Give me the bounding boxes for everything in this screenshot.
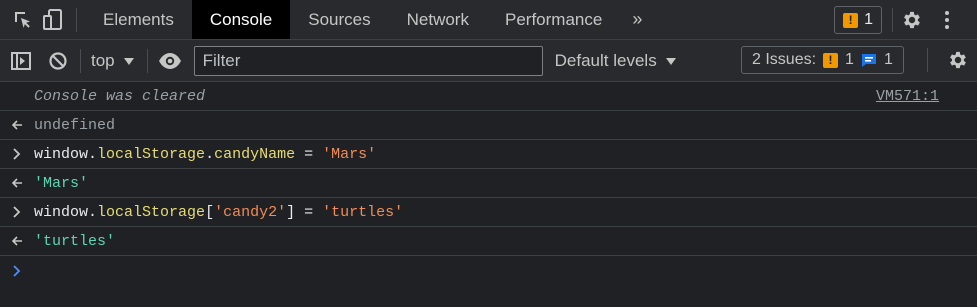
- settings-gear-icon[interactable]: [897, 0, 927, 40]
- input-chevron-icon: [0, 206, 34, 218]
- code-token: .: [88, 203, 98, 221]
- console-message-cleared: Console was cleared VM571:1: [0, 82, 977, 111]
- result-arrow-icon: [0, 235, 34, 247]
- source-link[interactable]: VM571:1: [876, 88, 939, 105]
- console-result-row: 'Mars': [0, 169, 977, 198]
- inspect-element-icon[interactable]: [8, 0, 38, 40]
- settings-gear-icon[interactable]: [940, 40, 976, 80]
- code-token: 'turtles': [322, 203, 404, 221]
- more-tabs-icon[interactable]: »: [620, 0, 654, 39]
- prompt-chevron-icon: [0, 264, 34, 277]
- kebab-menu-icon[interactable]: [927, 0, 967, 40]
- tab-sources[interactable]: Sources: [290, 0, 388, 39]
- console-result-row: 'turtles': [0, 227, 977, 256]
- code-token: localStorage: [97, 145, 206, 163]
- code-token: 'candy2': [214, 203, 287, 221]
- toolbar-divider: [146, 48, 148, 73]
- console-toolbar: top Default levels 2 Issues: ! 1 1: [0, 40, 977, 82]
- code-token: .: [205, 145, 215, 163]
- toolbar-divider: [76, 7, 77, 32]
- tab-network[interactable]: Network: [389, 0, 487, 39]
- toolbar-divider: [892, 8, 893, 32]
- context-selector[interactable]: top: [85, 51, 141, 71]
- console-input-row: window.localStorage.candyName = 'Mars': [0, 140, 977, 169]
- console-output: Console was cleared VM571:1 undefined wi…: [0, 82, 977, 285]
- dropdown-arrow-icon: [123, 51, 135, 71]
- eye-icon[interactable]: [154, 41, 186, 81]
- issues-warning-count: 1: [845, 51, 854, 68]
- log-levels-label: Default levels: [554, 50, 657, 70]
- tab-performance[interactable]: Performance: [487, 0, 620, 39]
- filter-input[interactable]: [193, 45, 543, 76]
- tab-elements[interactable]: Elements: [85, 0, 192, 39]
- console-command: window.localStorage['candy2'] = 'turtles…: [34, 204, 403, 221]
- result-arrow-icon: [0, 177, 34, 189]
- result-value: undefined: [34, 116, 116, 134]
- code-token: .: [88, 145, 98, 163]
- code-token: window: [34, 203, 89, 221]
- code-token: =: [295, 203, 323, 221]
- issues-button[interactable]: 2 Issues: ! 1 1: [741, 46, 904, 74]
- code-token: window: [34, 145, 89, 163]
- sidebar-toggle-icon[interactable]: [2, 41, 40, 81]
- result-value: 'Mars': [34, 174, 89, 192]
- device-toolbar-icon[interactable]: [38, 0, 68, 40]
- issues-info-count: 1: [883, 51, 893, 68]
- code-token: localStorage: [97, 203, 206, 221]
- clear-console-icon[interactable]: [40, 41, 76, 81]
- context-label: top: [91, 50, 115, 70]
- issues-label: 2 Issues:: [752, 51, 817, 68]
- warnings-counter-button[interactable]: ! 1: [834, 6, 882, 34]
- info-message-icon: [861, 52, 877, 68]
- devtools-top-bar: Elements Console Sources Network Perform…: [0, 0, 977, 40]
- console-input-row: window.localStorage['candy2'] = 'turtles…: [0, 198, 977, 227]
- warning-icon: !: [823, 52, 839, 68]
- toolbar-divider: [927, 48, 928, 72]
- input-chevron-icon: [0, 148, 34, 160]
- code-token: 'Mars': [322, 145, 377, 163]
- code-token: ]: [286, 203, 296, 221]
- warning-icon: !: [843, 12, 859, 28]
- warning-count: 1: [864, 11, 873, 28]
- result-value: 'turtles': [34, 232, 116, 250]
- console-command: window.localStorage.candyName = 'Mars': [34, 146, 376, 163]
- console-result-row: undefined: [0, 111, 977, 140]
- tab-console[interactable]: Console: [191, 0, 291, 39]
- code-token: =: [295, 145, 323, 163]
- log-levels-dropdown[interactable]: Default levels: [555, 51, 677, 71]
- toolbar-divider: [80, 48, 81, 73]
- dropdown-arrow-icon: [665, 51, 677, 71]
- console-cleared-text: Console was cleared: [34, 87, 206, 105]
- result-arrow-icon: [0, 119, 34, 131]
- console-prompt[interactable]: [0, 256, 977, 285]
- code-token: [: [205, 203, 215, 221]
- code-token: candyName: [214, 145, 296, 163]
